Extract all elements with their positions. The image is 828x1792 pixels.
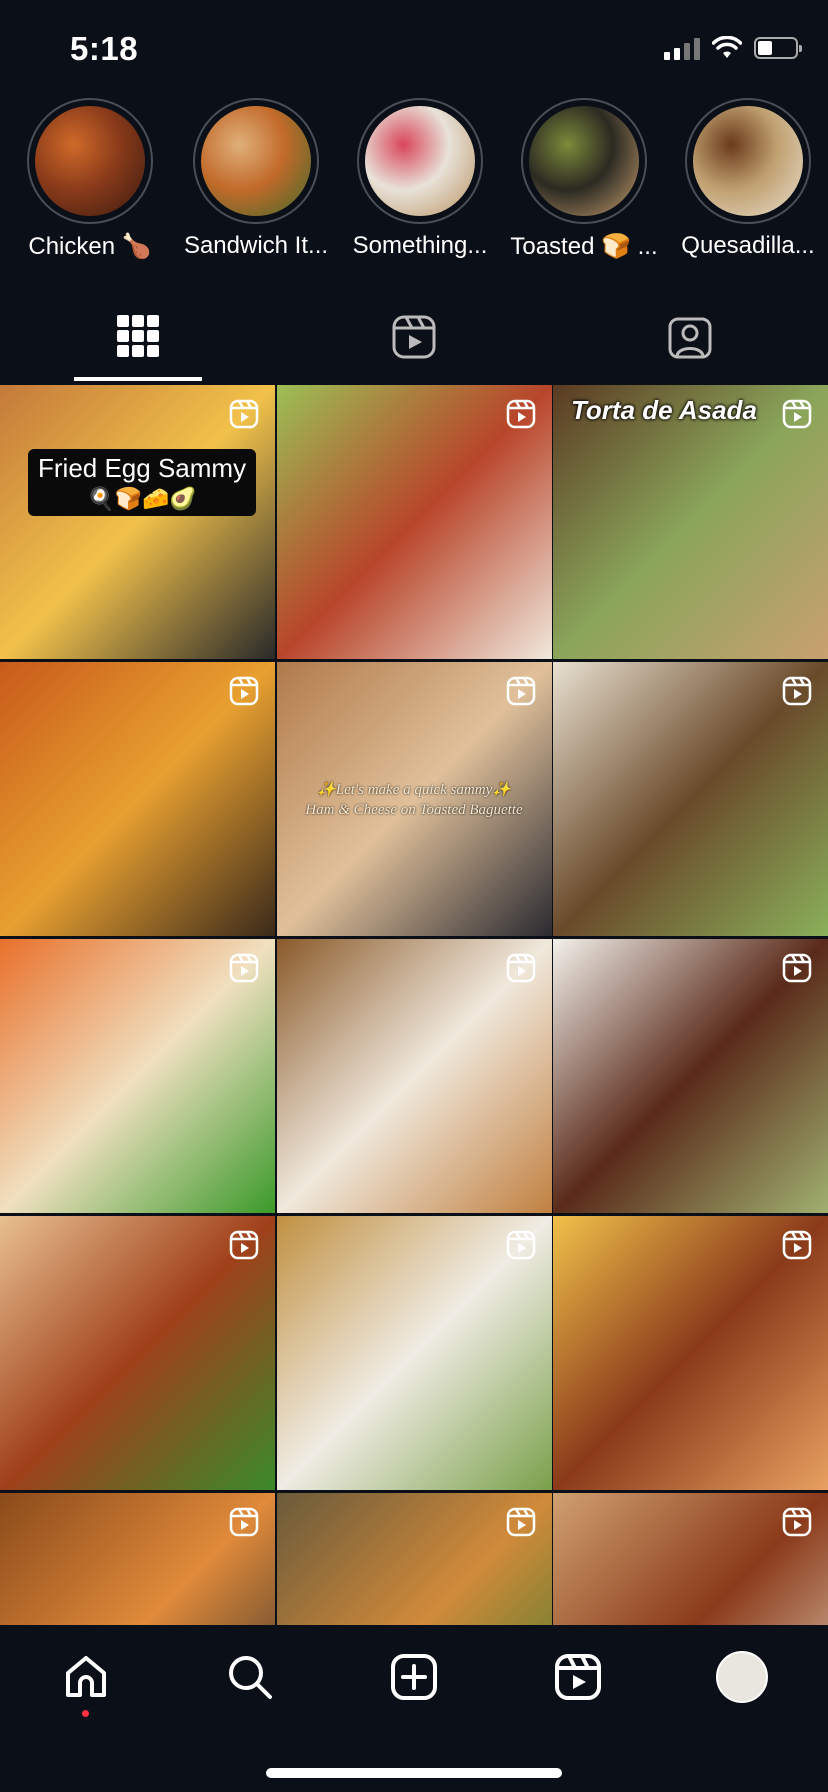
- grid-tab[interactable]: [0, 305, 276, 385]
- post-tile[interactable]: [553, 1216, 828, 1490]
- profile-avatar: [716, 1651, 768, 1703]
- reel-icon: [229, 1507, 259, 1537]
- battery-icon: [754, 37, 802, 59]
- post-tile[interactable]: [553, 662, 828, 936]
- search-icon: [229, 1656, 272, 1699]
- post-tile[interactable]: [276, 939, 552, 1213]
- highlight-cover: [35, 106, 145, 216]
- post-tile[interactable]: [553, 939, 828, 1213]
- reel-icon: [506, 1230, 535, 1260]
- tagged-tab[interactable]: [552, 305, 828, 385]
- highlight-sandwich[interactable]: Sandwich It...: [173, 98, 339, 260]
- home-icon: [66, 1656, 106, 1697]
- create-icon: [391, 1654, 437, 1700]
- profile-tab[interactable]: [712, 1647, 772, 1707]
- post-caption-overlay: Torta de Asada: [571, 395, 757, 425]
- highlight-cover: [365, 106, 475, 216]
- active-tab-indicator: [74, 377, 202, 381]
- posts-grid: Fried Egg Sammy 🍳🍞🧀🥑 Torta de Asada ✨Let…: [0, 385, 828, 1625]
- highlight-label: Toasted 🍞 ...: [510, 233, 658, 260]
- reel-icon: [506, 399, 535, 429]
- wifi-icon: [712, 36, 742, 58]
- reel-icon: [782, 399, 812, 429]
- home-tab[interactable]: [56, 1647, 116, 1707]
- reel-icon: [229, 676, 259, 706]
- search-tab[interactable]: [220, 1647, 280, 1707]
- reel-icon: [229, 953, 259, 983]
- reel-icon: [506, 1507, 535, 1537]
- status-bar: 5:18: [0, 0, 828, 96]
- create-tab[interactable]: [384, 1647, 444, 1707]
- reel-icon: [506, 676, 535, 706]
- reels-nav-tab[interactable]: [548, 1647, 608, 1707]
- post-tile[interactable]: [276, 1493, 552, 1625]
- tagged-person-icon: [668, 317, 712, 359]
- highlight-cover: [201, 106, 311, 216]
- post-tile[interactable]: [553, 1493, 828, 1625]
- post-tile[interactable]: [276, 1216, 552, 1490]
- reel-icon: [782, 1507, 812, 1537]
- highlight-cover: [529, 106, 639, 216]
- post-tile[interactable]: ✨Let's make a quick sammy✨ Ham & Cheese …: [276, 662, 552, 936]
- reel-icon: [782, 676, 812, 706]
- highlight-label: Chicken 🍗: [28, 233, 152, 260]
- highlight-something[interactable]: Something...: [337, 98, 503, 260]
- reels-tab[interactable]: [276, 305, 552, 385]
- post-tile[interactable]: [0, 939, 275, 1213]
- reels-icon: [555, 1654, 601, 1700]
- story-highlights: Chicken 🍗 Sandwich It... Something... To…: [0, 98, 828, 268]
- highlight-cover: [693, 106, 803, 216]
- post-tile[interactable]: [276, 385, 552, 659]
- post-tile[interactable]: Torta de Asada: [553, 385, 828, 659]
- home-indicator: [266, 1768, 562, 1778]
- post-caption-overlay: Fried Egg Sammy 🍳🍞🧀🥑: [28, 449, 257, 516]
- status-icons: [664, 36, 802, 60]
- profile-tabs: [0, 305, 828, 385]
- post-tile[interactable]: [0, 1216, 275, 1490]
- highlight-toasted[interactable]: Toasted 🍞 ...: [501, 98, 667, 261]
- reel-icon: [506, 953, 535, 983]
- highlight-label: Something...: [352, 232, 488, 259]
- highlight-label: Sandwich It...: [183, 232, 329, 259]
- reel-icon: [229, 1230, 259, 1260]
- highlight-quesadilla[interactable]: Quesadilla...: [665, 98, 828, 260]
- post-tile[interactable]: [0, 1493, 275, 1625]
- notification-dot: [82, 1710, 89, 1717]
- bottom-nav-bar: [0, 1625, 828, 1792]
- highlight-label: Quesadilla...: [681, 232, 815, 259]
- reels-icon: [392, 315, 436, 359]
- reel-icon: [229, 399, 259, 429]
- reel-icon: [782, 953, 812, 983]
- post-caption-overlay: ✨Let's make a quick sammy✨ Ham & Cheese …: [305, 782, 523, 818]
- reel-icon: [782, 1230, 812, 1260]
- status-time: 5:18: [70, 30, 139, 67]
- post-tile[interactable]: [0, 662, 275, 936]
- grid-icon: [117, 315, 159, 357]
- post-tile[interactable]: Fried Egg Sammy 🍳🍞🧀🥑: [0, 385, 275, 659]
- cellular-signal-icon: [664, 36, 700, 60]
- highlight-chicken[interactable]: Chicken 🍗: [7, 98, 173, 261]
